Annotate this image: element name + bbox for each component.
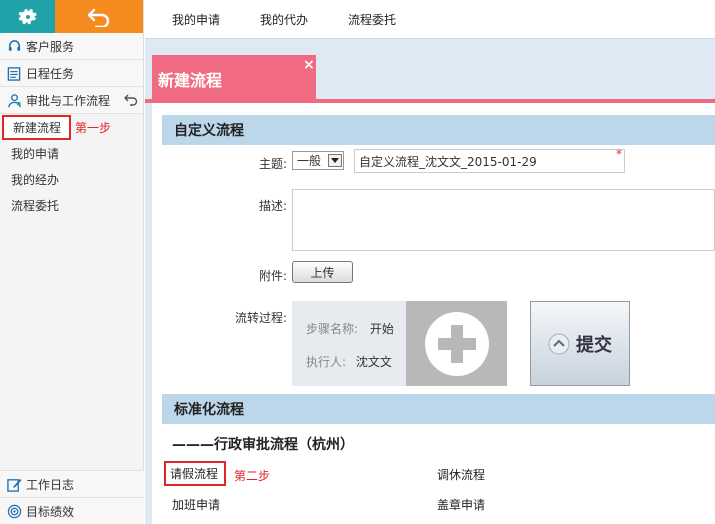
nav-my-applications[interactable]: 我的申请 <box>172 11 220 28</box>
submenu-my-applications[interactable]: 我的申请 <box>0 140 143 166</box>
sidebar-item-goal-performance[interactable]: 目标绩效 <box>0 497 144 524</box>
link-leave-process[interactable]: 请假流程 <box>164 461 227 486</box>
plus-icon <box>424 311 489 376</box>
upload-button-label: 上传 <box>310 265 335 280</box>
sidebar-item-approval-workflow[interactable]: 审批与工作流程 <box>0 87 143 114</box>
section-title: 自定义流程 <box>174 123 244 139</box>
subject-input[interactable]: 自定义流程_沈文文_2015-01-29 <box>354 149 625 173</box>
subject-input-value: 自定义流程_沈文文_2015-01-29 <box>359 154 537 169</box>
tab-title: 新建流程 <box>158 71 223 90</box>
link-seal-application[interactable]: 盖章申请 <box>437 496 485 513</box>
submenu-new-process[interactable]: 新建流程 第一步 <box>0 114 143 140</box>
subject-select[interactable]: 一般 <box>292 151 344 170</box>
link-day-off-process[interactable]: 调休流程 <box>437 466 485 483</box>
settings-button[interactable] <box>0 0 55 33</box>
subject-label: 主题: <box>258 157 287 171</box>
nav-my-todo[interactable]: 我的代办 <box>260 11 308 28</box>
flow-process-label: 流转过程: <box>234 311 287 325</box>
submit-button-label: 提交 <box>576 334 612 356</box>
link-overtime-application[interactable]: 加班申请 <box>172 496 220 513</box>
sidebar-item-customer-service[interactable]: 客户服务 <box>0 33 143 60</box>
description-textarea[interactable] <box>292 189 715 251</box>
custom-process-header: 自定义流程 <box>162 115 715 145</box>
step-name-value: 开始 <box>369 322 394 336</box>
sidebar-item-schedule[interactable]: 日程任务 <box>0 60 143 87</box>
submenu-label: 我的经办 <box>11 172 60 187</box>
return-arrow-icon <box>87 8 110 27</box>
collapse-arrow-icon[interactable] <box>123 93 139 109</box>
tab-bar: 新建流程 × <box>152 55 715 101</box>
description-label: 描述: <box>258 199 287 213</box>
tab-new-process[interactable]: 新建流程 <box>152 55 316 101</box>
submit-button[interactable]: 提交 <box>530 301 630 386</box>
sidebar-bottom: 工作日志 目标绩效 <box>0 470 144 524</box>
gear-icon <box>18 8 37 24</box>
step-two-label: 第二步 <box>234 469 271 483</box>
required-mark: * <box>616 147 622 161</box>
sidebar-item-label: 日程任务 <box>26 66 75 81</box>
headset-icon <box>6 38 22 54</box>
back-button[interactable] <box>55 0 143 33</box>
submenu-my-handled[interactable]: 我的经办 <box>0 166 143 192</box>
step-name-key: 步骤名称: <box>306 322 359 336</box>
chevron-down-icon <box>328 154 342 167</box>
step-name-row: 步骤名称: 开始 <box>306 320 394 337</box>
top-navigation: 我的申请 我的代办 流程委托 <box>145 0 715 39</box>
submenu-delegation[interactable]: 流程委托 <box>0 192 143 218</box>
user-flow-icon <box>6 92 22 108</box>
nav-delegation[interactable]: 流程委托 <box>348 11 396 28</box>
sidebar-toolbar <box>0 0 143 33</box>
submenu-label: 流程委托 <box>11 198 60 213</box>
sidebar: 客户服务 日程任务 审批与工作流程 新建流程 第一步 我的申请 我的经办 流程委… <box>0 0 144 524</box>
calendar-icon <box>6 65 22 81</box>
group-title: ———行政审批流程（杭州） <box>172 437 354 453</box>
attachment-label: 附件: <box>258 269 287 283</box>
submenu-label: 新建流程 <box>2 114 72 140</box>
content-panel: 自定义流程 主题: 一般 自定义流程_沈文文_2015-01-29 * 描述: … <box>152 103 715 524</box>
close-icon[interactable]: × <box>303 57 315 73</box>
sidebar-item-work-log[interactable]: 工作日志 <box>0 470 144 497</box>
chevron-up-circle-icon <box>548 333 570 354</box>
edit-icon <box>6 476 22 492</box>
submenu-label: 我的申请 <box>11 146 60 161</box>
executor-row: 执行人: 沈文文 <box>306 353 392 370</box>
standard-process-header: 标准化流程 <box>162 394 715 424</box>
flow-step-card[interactable]: 步骤名称: 开始 执行人: 沈文文 <box>292 301 406 386</box>
upload-button[interactable]: 上传 <box>292 261 353 283</box>
sidebar-item-label: 客户服务 <box>26 39 75 54</box>
sidebar-item-label: 目标绩效 <box>26 504 75 519</box>
step-one-label: 第一步 <box>75 120 112 135</box>
executor-key: 执行人: <box>306 355 347 369</box>
target-icon <box>6 503 22 519</box>
sidebar-item-label: 审批与工作流程 <box>26 93 111 108</box>
section-title: 标准化流程 <box>174 402 244 418</box>
add-step-button[interactable] <box>406 301 507 386</box>
subject-select-value: 一般 <box>297 154 322 168</box>
sidebar-item-label: 工作日志 <box>26 477 75 492</box>
main-area: 我的申请 我的代办 流程委托 新建流程 × 自定义流程 主题: 一般 自定义流程… <box>145 0 715 524</box>
executor-value: 沈文文 <box>355 355 392 369</box>
